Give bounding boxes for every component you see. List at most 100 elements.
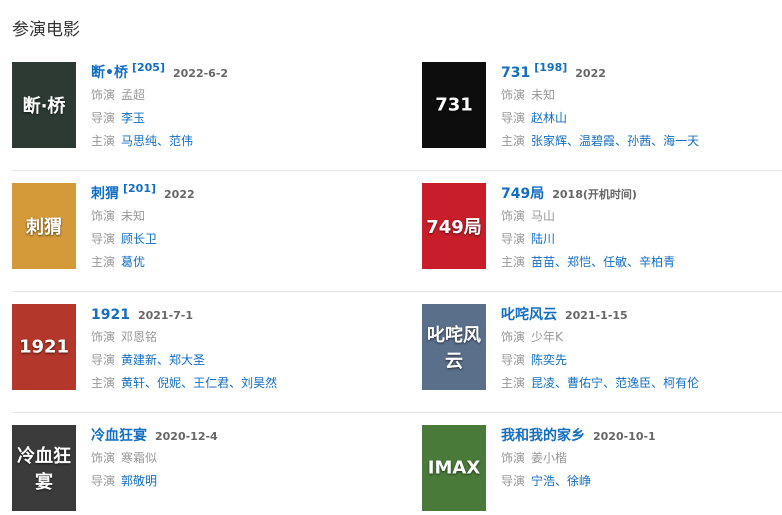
cast-label: 主演 (501, 134, 526, 148)
film-item: 749局 749局 2018(开机时间) 饰演 马山 导演 陆川 主演 苗苗、郑恺、任敏、辛柏青 (422, 183, 777, 273)
director-link[interactable]: 黄建新 (121, 353, 157, 367)
cast-link[interactable]: 郑恺 (567, 255, 591, 269)
separator: 、 (157, 353, 170, 367)
role-line: 饰演 孟超 (91, 86, 367, 105)
film-title-link[interactable]: 1921 (91, 307, 130, 323)
film-item: 冷血狂宴 冷血狂宴 2020-12-4 饰演 寒霜似导演 郭敬明 (12, 425, 367, 515)
poster-title-text: 749局 (426, 217, 482, 238)
film-poster[interactable]: 叱咤风云 (422, 304, 486, 390)
cast-label: 主演 (91, 376, 116, 390)
film-info: 断•桥 [205] 2022-6-2 饰演 孟超 导演 李玉 主演 马思纯、范伟 (91, 61, 367, 151)
film-title-row: 749局 2018(开机时间) (501, 183, 777, 203)
role-line: 饰演 未知 (91, 207, 367, 226)
film-item: 731 731 [198] 2022 饰演 未知 导演 赵林山 主演 张家辉、温碧霞、孙茜、海一天 (422, 61, 777, 152)
separator: 、 (591, 255, 604, 269)
cast-line: 主演 张家辉、温碧霞、孙茜、海一天 (501, 132, 777, 151)
director-link[interactable]: 顾长卫 (121, 232, 157, 246)
director-label: 导演 (91, 474, 116, 488)
role-label: 饰演 (501, 451, 526, 465)
cast-link[interactable]: 范逸臣 (615, 376, 651, 390)
role-value: 姜小楷 (531, 451, 568, 465)
cast-link[interactable]: 任敏 (603, 255, 627, 269)
separator: 、 (603, 376, 616, 390)
separator: 、 (555, 474, 568, 488)
cast-link[interactable]: 昆凌 (531, 376, 555, 390)
director-link[interactable]: 宁浩 (531, 474, 555, 488)
director-line: 导演 宁浩、徐峥 (501, 472, 777, 491)
film-title-row: 我和我的家乡 2020-10-1 (501, 425, 777, 445)
film-title-row: 叱咤风云 2021-1-15 (501, 304, 777, 324)
role-value: 未知 (121, 209, 146, 223)
film-poster[interactable]: 刺猬 (12, 183, 76, 269)
section-title: 参演电影 (12, 20, 80, 40)
director-line: 导演 陆川 (501, 230, 777, 249)
director-line: 导演 郭敬明 (91, 472, 367, 491)
film-date: 2022 (575, 67, 606, 80)
row-divider (12, 412, 782, 413)
film-date: 2021-7-1 (137, 309, 194, 322)
director-line: 导演 黄建新、郑大圣 (91, 351, 367, 370)
film-item: 1921 1921 2021-7-1 饰演 邓恩铭 导演 黄建新、郑大圣 主演 黄轩、倪妮、王仁… (12, 304, 367, 394)
role-label: 饰演 (501, 209, 526, 223)
cast-link[interactable]: 海一天 (663, 134, 699, 148)
cast-link[interactable]: 倪妮 (157, 376, 181, 390)
separator: 、 (157, 134, 170, 148)
director-link[interactable]: 赵林山 (531, 111, 567, 125)
film-poster[interactable]: 断·桥 (12, 62, 76, 148)
cast-link[interactable]: 曹佑宁 (567, 376, 603, 390)
film-poster[interactable]: 冷血狂宴 (12, 425, 76, 511)
role-value: 孟超 (121, 88, 146, 102)
director-link[interactable]: 郑大圣 (169, 353, 205, 367)
role-line: 饰演 马山 (501, 207, 777, 226)
director-label: 导演 (91, 111, 116, 125)
poster-title-text: 刺猬 (26, 217, 62, 238)
director-label: 导演 (501, 111, 526, 125)
film-date: 2020-12-4 (155, 430, 218, 443)
film-poster[interactable]: IMAX (422, 425, 486, 511)
film-title-link[interactable]: 叱咤风云 (501, 307, 557, 323)
cast-link[interactable]: 刘昊然 (241, 376, 277, 390)
film-title-row: 1921 2021-7-1 (91, 304, 367, 324)
cast-label: 主演 (91, 255, 116, 269)
director-line: 导演 赵林山 (501, 109, 777, 128)
film-title-link[interactable]: 我和我的家乡 (501, 428, 585, 444)
film-count-link[interactable]: [205] (132, 61, 165, 74)
film-poster[interactable]: 1921 (12, 304, 76, 390)
film-title-link[interactable]: 断•桥 (91, 65, 128, 81)
film-count-link[interactable]: [198] (534, 61, 567, 74)
film-item: 叱咤风云 叱咤风云 2021-1-15 饰演 少年K 导演 陈奕先 主演 昆凌、曹佑宁、范逸臣、… (422, 304, 777, 394)
cast-link[interactable]: 王仁君 (193, 376, 229, 390)
film-poster[interactable]: 749局 (422, 183, 486, 269)
cast-link[interactable]: 范伟 (169, 134, 193, 148)
cast-link[interactable]: 马思纯 (121, 134, 157, 148)
role-value: 寒霜似 (121, 451, 158, 465)
film-count-link[interactable]: [201] (123, 182, 156, 195)
director-label: 导演 (501, 353, 526, 367)
film-title-link[interactable]: 冷血狂宴 (91, 428, 147, 444)
poster-title-text: 731 (435, 94, 473, 116)
director-link[interactable]: 李玉 (121, 111, 145, 125)
separator: 、 (651, 376, 664, 390)
cast-link[interactable]: 葛优 (121, 255, 145, 269)
film-info: 叱咤风云 2021-1-15 饰演 少年K 导演 陈奕先 主演 昆凌、曹佑宁、范逸臣、柯有伦 (501, 304, 777, 393)
role-line: 饰演 寒霜似 (91, 449, 367, 468)
cast-link[interactable]: 孙茜 (627, 134, 651, 148)
cast-link[interactable]: 苗苗 (531, 255, 555, 269)
film-title-link[interactable]: 731 (501, 65, 530, 81)
cast-link[interactable]: 温碧霞 (579, 134, 615, 148)
film-poster[interactable]: 731 (422, 62, 486, 148)
cast-line: 主演 黄轩、倪妮、王仁君、刘昊然 (91, 374, 367, 393)
director-link[interactable]: 徐峥 (567, 474, 591, 488)
cast-link[interactable]: 辛柏青 (639, 255, 675, 269)
film-item: 断·桥 断•桥 [205] 2022-6-2 饰演 孟超 导演 李玉 主演 马思纯、范伟 (12, 61, 367, 152)
director-link[interactable]: 陈奕先 (531, 353, 567, 367)
director-link[interactable]: 陆川 (531, 232, 555, 246)
cast-link[interactable]: 柯有伦 (663, 376, 699, 390)
film-title-link[interactable]: 749局 (501, 186, 544, 202)
cast-link[interactable]: 张家辉 (531, 134, 567, 148)
director-link[interactable]: 郭敬明 (121, 474, 157, 488)
film-title-link[interactable]: 刺猬 (91, 186, 119, 202)
cast-link[interactable]: 黄轩 (121, 376, 145, 390)
separator: 、 (555, 255, 568, 269)
role-label: 饰演 (501, 330, 526, 344)
